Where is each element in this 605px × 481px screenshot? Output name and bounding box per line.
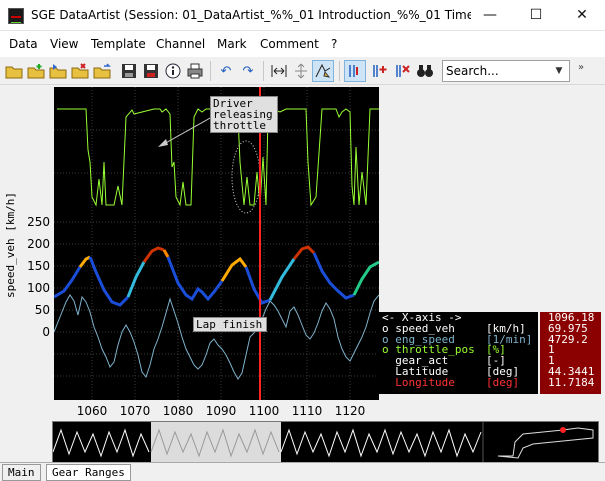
x-tick: 1080 bbox=[162, 404, 194, 418]
y-axis-label: speed_veh [km/h] bbox=[4, 192, 17, 298]
remove-channel-icon[interactable] bbox=[391, 60, 413, 82]
annotation-driver[interactable]: Driver releasing throttle bbox=[210, 96, 278, 133]
save-icon[interactable] bbox=[118, 60, 140, 82]
x-tick: 1060 bbox=[76, 404, 108, 418]
overview-trace[interactable] bbox=[52, 422, 598, 462]
cursor-value: 4729.2 bbox=[548, 332, 588, 346]
folder-remove-icon[interactable] bbox=[69, 60, 91, 82]
bar-cursor-icon[interactable] bbox=[344, 60, 366, 82]
menu-channel[interactable]: Channel bbox=[156, 37, 205, 51]
close-button[interactable]: ✕ bbox=[559, 0, 605, 31]
folder-add-icon[interactable] bbox=[47, 60, 69, 82]
cursor-mode-icon[interactable] bbox=[312, 60, 334, 82]
new-folder-icon[interactable] bbox=[25, 60, 47, 82]
annotation-lap-finish[interactable]: Lap finish bbox=[193, 317, 267, 332]
binoculars-icon[interactable] bbox=[414, 60, 436, 82]
sheet-tabs: Main Gear Ranges bbox=[0, 462, 605, 481]
menu-template[interactable]: Template bbox=[91, 37, 146, 51]
tab-main[interactable]: Main bbox=[2, 464, 41, 481]
legend-row: Longitude [deg] bbox=[382, 375, 520, 389]
overview-selection bbox=[151, 422, 281, 462]
window-title: SGE DataArtist (Session: 01_DataArtist_%… bbox=[31, 8, 471, 22]
menu-help[interactable]: ? bbox=[331, 37, 337, 51]
undo-icon[interactable]: ↶ bbox=[215, 60, 237, 82]
overview-navigator[interactable] bbox=[52, 421, 599, 463]
cursor-value: 1 bbox=[548, 343, 555, 357]
y-tick: 0 bbox=[42, 325, 50, 339]
fit-horizontal-icon[interactable] bbox=[268, 60, 290, 82]
tab-gear-ranges[interactable]: Gear Ranges bbox=[46, 464, 131, 481]
menu-mark[interactable]: Mark bbox=[217, 37, 247, 51]
toolbar: ↶ ↷ Search... ▼ » bbox=[0, 57, 605, 85]
x-tick: 1120 bbox=[334, 404, 366, 418]
menu-bar: Data View Template Channel Mark Comment … bbox=[0, 31, 605, 57]
y-tick: 100 bbox=[27, 281, 50, 295]
minimize-button[interactable]: — bbox=[467, 0, 513, 31]
x-tick: 1110 bbox=[291, 404, 323, 418]
x-tick: 1100 bbox=[248, 404, 280, 418]
menu-data[interactable]: Data bbox=[9, 37, 38, 51]
toolbar-overflow-icon[interactable]: » bbox=[578, 62, 584, 73]
channel-legend[interactable]: <- X-axis -> o speed_veh [km/h] o eng_spe… bbox=[378, 312, 538, 394]
fit-vertical-icon[interactable] bbox=[290, 60, 312, 82]
print-icon[interactable] bbox=[184, 60, 206, 82]
cursor-value: 11.7184 bbox=[548, 375, 595, 389]
main-chart[interactable] bbox=[54, 87, 379, 400]
add-channel-icon[interactable] bbox=[368, 60, 390, 82]
y-tick: 200 bbox=[27, 237, 50, 251]
title-bar: SGE DataArtist (Session: 01_DataArtist_%… bbox=[0, 0, 605, 31]
open-folder-icon[interactable] bbox=[3, 60, 25, 82]
y-tick: 50 bbox=[34, 303, 50, 317]
x-tick: 1070 bbox=[119, 404, 151, 418]
menu-view[interactable]: View bbox=[50, 37, 78, 51]
maximize-button[interactable]: ☐ bbox=[513, 0, 559, 31]
redo-icon[interactable]: ↷ bbox=[237, 60, 259, 82]
app-icon bbox=[8, 8, 24, 24]
chevron-down-icon[interactable]: ▼ bbox=[549, 61, 569, 81]
folder-export-icon[interactable] bbox=[91, 60, 113, 82]
y-tick: 150 bbox=[27, 259, 50, 273]
cursor-values: 1096.18 69.975 4729.2 1 1 44.3441 11.718… bbox=[540, 312, 601, 394]
save-as-icon[interactable] bbox=[140, 60, 162, 82]
y-tick: 250 bbox=[27, 215, 50, 229]
info-icon[interactable] bbox=[162, 60, 184, 82]
x-tick: 1090 bbox=[205, 404, 237, 418]
menu-comment[interactable]: Comment bbox=[260, 37, 319, 51]
